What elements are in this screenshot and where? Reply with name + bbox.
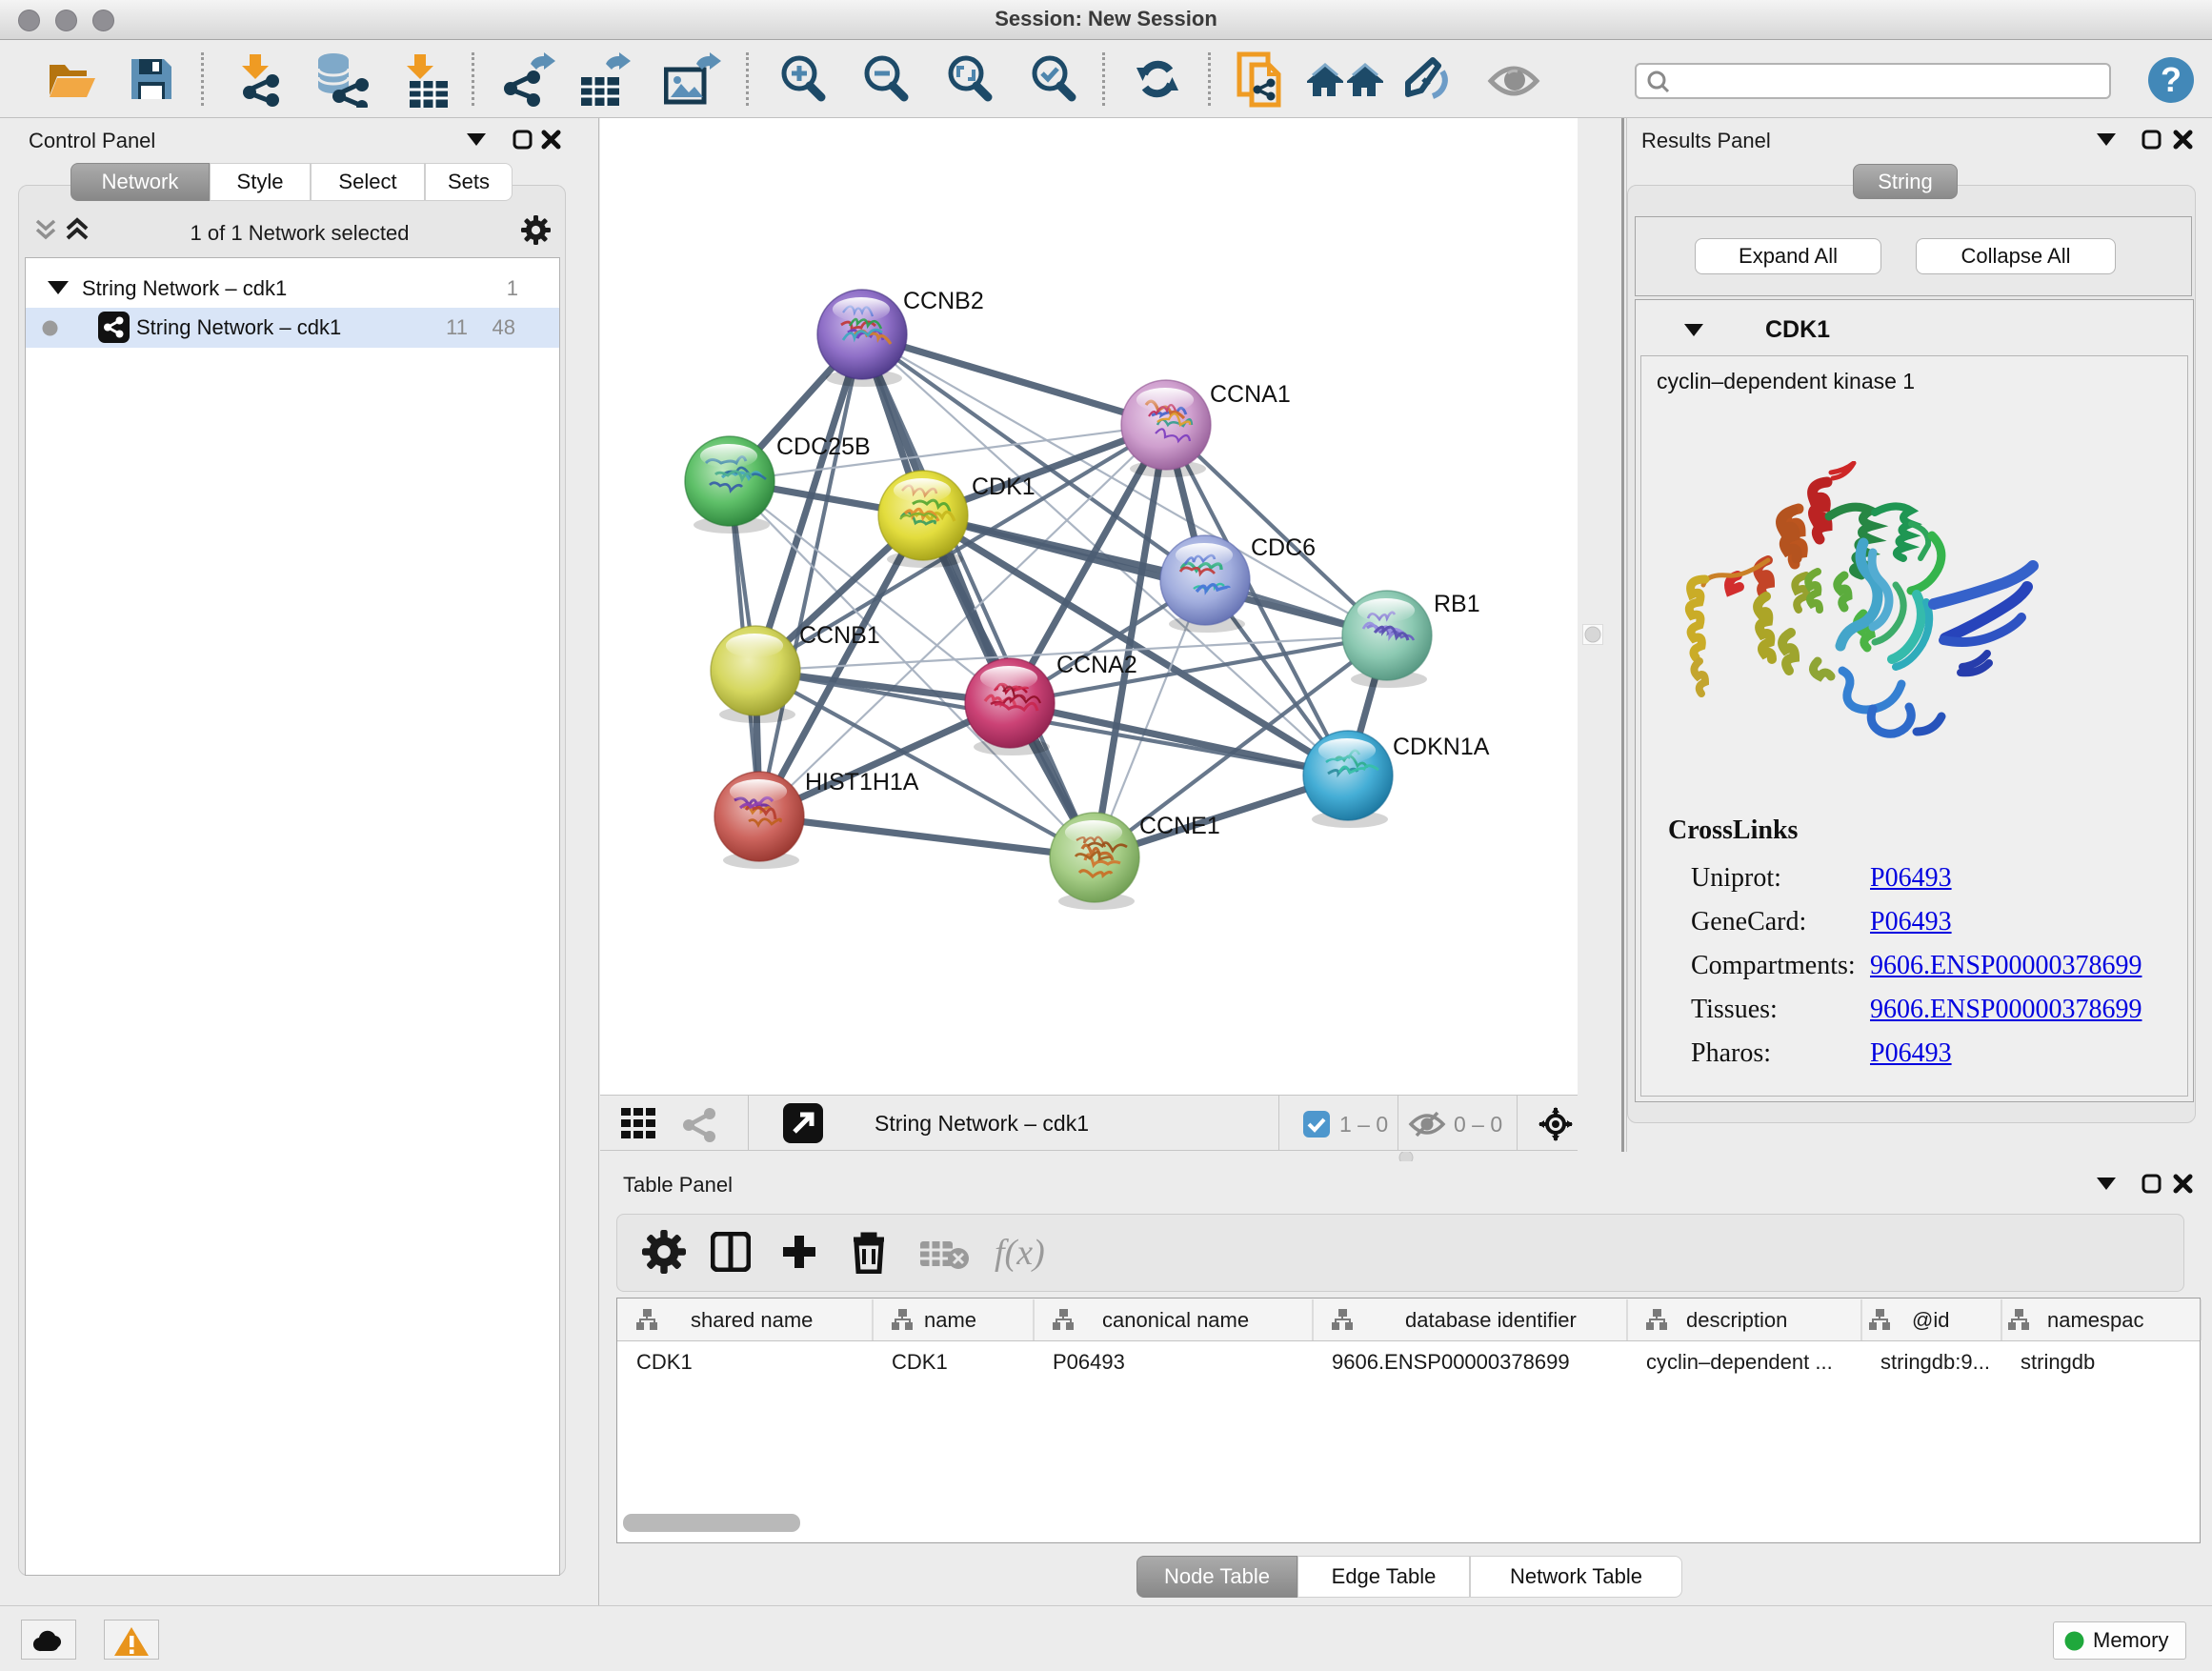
svg-text:stringdb:9...: stringdb:9... [1880,1350,1990,1374]
svg-text:CCNA1: CCNA1 [1210,381,1291,408]
svg-text:CDK1: CDK1 [892,1350,948,1374]
svg-text:database identifier: database identifier [1405,1308,1577,1332]
svg-text:cyclin–dependent ...: cyclin–dependent ... [1646,1350,1833,1374]
svg-text:9606.ENSP00000378699: 9606.ENSP00000378699 [1332,1350,1570,1374]
svg-text:RB1: RB1 [1434,591,1480,617]
svg-text:CDC25B: CDC25B [776,433,871,460]
svg-text:description: description [1686,1308,1787,1332]
svg-text:CDKN1A: CDKN1A [1393,734,1490,760]
svg-text:namespac: namespac [2047,1308,2144,1332]
svg-text:name: name [924,1308,976,1332]
svg-text:canonical name: canonical name [1102,1308,1249,1332]
svg-text:?: ? [2161,60,2182,99]
svg-text:CCNB2: CCNB2 [903,288,984,314]
svg-text:P06493: P06493 [1053,1350,1125,1374]
svg-text:@id: @id [1912,1308,1949,1332]
svg-text:CDC6: CDC6 [1251,534,1316,561]
svg-text:HIST1H1A: HIST1H1A [805,769,919,795]
svg-text:shared name: shared name [691,1308,813,1332]
svg-text:stringdb: stringdb [2021,1350,2095,1374]
svg-text:CDK1: CDK1 [972,473,1036,500]
svg-text:CDK1: CDK1 [636,1350,693,1374]
svg-text:CCNA2: CCNA2 [1056,652,1137,678]
svg-text:CCNB1: CCNB1 [799,622,880,649]
svg-text:CCNE1: CCNE1 [1139,813,1220,839]
